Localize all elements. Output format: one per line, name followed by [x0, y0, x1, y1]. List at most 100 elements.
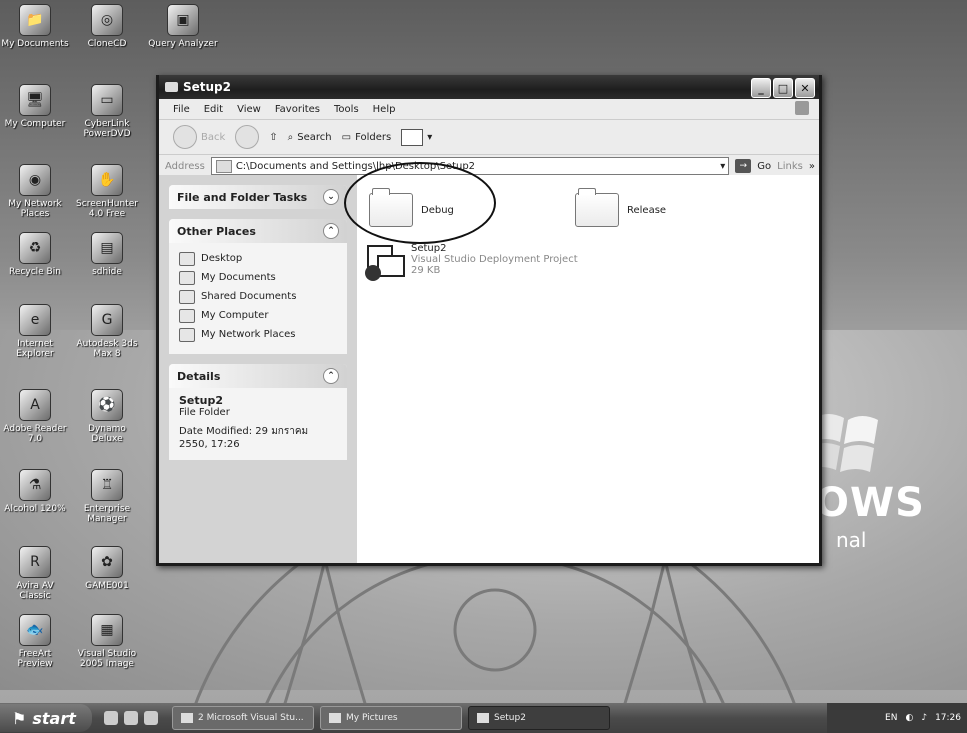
- folder-icon: [215, 159, 232, 173]
- up-arrow-icon: ⇧: [269, 131, 278, 143]
- go-arrow-icon[interactable]: →: [735, 159, 752, 173]
- desktop-shortcut-icon: e: [19, 304, 51, 336]
- menu-help[interactable]: Help: [373, 104, 396, 115]
- desktop-icon-alcohol-120-[interactable]: ⚗ Alcohol 120%: [0, 469, 70, 514]
- menu-file[interactable]: File: [173, 104, 190, 115]
- desktop-icon-label: Alcohol 120%: [4, 504, 66, 514]
- search-button[interactable]: ⌕ Search: [288, 132, 332, 143]
- taskbar-button-setup2[interactable]: Setup2: [468, 706, 610, 730]
- file-item-setup2-project[interactable]: Setup2 Visual Studio Deployment Project …: [363, 243, 578, 283]
- maximize-button[interactable]: □: [773, 78, 793, 98]
- desktop-icon-query-analyzer[interactable]: ▣ Query Analyzer: [148, 4, 218, 49]
- address-dropdown-icon[interactable]: ▾: [720, 161, 728, 172]
- desktop-icon-label: My Network Places: [8, 199, 62, 219]
- chevron-down-icon[interactable]: ⌄: [323, 189, 339, 205]
- close-button[interactable]: ✕: [795, 78, 815, 98]
- explorer-window[interactable]: Setup2 _ □ ✕ File Edit View Favorites To…: [156, 75, 822, 566]
- desktop-icon-my-documents[interactable]: 📁 My Documents: [0, 4, 70, 49]
- views-button[interactable]: ▾: [401, 128, 432, 146]
- media-player-icon[interactable]: [144, 711, 158, 725]
- desktop-shortcut-icon: ⚗: [19, 469, 51, 501]
- folder-icon: [575, 188, 619, 227]
- views-icon: [401, 128, 424, 146]
- start-button[interactable]: ⚑ start: [0, 704, 92, 732]
- forward-arrow-icon: [235, 125, 260, 149]
- file-item-release[interactable]: Release: [575, 188, 666, 227]
- window-titlebar[interactable]: Setup2 _ □ ✕: [159, 75, 819, 99]
- desktop-shortcut-icon: 🖥: [19, 84, 51, 116]
- desktop-icon-sdhide[interactable]: ▤ sdhide: [72, 232, 142, 277]
- task-label: 2 Microsoft Visual Stu...: [198, 713, 304, 723]
- windows-logo-icon: [795, 101, 809, 115]
- windows-brand-text: OWS: [815, 480, 925, 526]
- taskbar-button-my-pictures[interactable]: My Pictures: [320, 706, 462, 730]
- chevron-up-icon[interactable]: ⌃: [323, 368, 339, 384]
- desktop-icon-label: Visual Studio 2005 Image: [77, 649, 137, 669]
- desktop-shortcut-icon: ◎: [91, 4, 123, 36]
- desktop-icon-label: FreeArt Preview: [17, 649, 53, 669]
- desktop-icon-dynamo-deluxe[interactable]: ⚽ Dynamo Deluxe: [72, 389, 142, 444]
- desktop-icon-label: Adobe Reader 7.0: [3, 424, 67, 444]
- desktop-shortcut-icon: ▦: [91, 614, 123, 646]
- clock[interactable]: 17:26: [935, 713, 961, 723]
- desktop-icon-internet-explorer[interactable]: e Internet Explorer: [0, 304, 70, 359]
- file-folder-tasks-header[interactable]: File and Folder Tasks ⌄: [169, 185, 347, 209]
- chevron-up-icon[interactable]: ⌃: [323, 223, 339, 239]
- desktop-icon-label: Recycle Bin: [9, 267, 61, 277]
- menu-bar: File Edit View Favorites Tools Help: [159, 99, 819, 120]
- desktop-icon-visual-studio-2005-image[interactable]: ▦ Visual Studio 2005 Image: [72, 614, 142, 669]
- task-label: Setup2: [494, 713, 526, 723]
- place-label: My Computer: [201, 310, 269, 321]
- desktop-icon-cyberlink-powerdvd[interactable]: ▭ CyberLink PowerDVD: [72, 84, 142, 139]
- highlight-ellipse: [344, 162, 496, 244]
- desktop-icon-screenhunter-4-0-free[interactable]: ✋ ScreenHunter 4.0 Free: [72, 164, 142, 219]
- other-places-header[interactable]: Other Places ⌃: [169, 219, 347, 243]
- desktop-icon-clonecd[interactable]: ◎ CloneCD: [72, 4, 142, 49]
- desktop-icon-label: Avira AV Classic: [16, 581, 54, 601]
- desktop-icon-enterprise-manager[interactable]: ♖ Enterprise Manager: [72, 469, 142, 524]
- place-my-network-places[interactable]: My Network Places: [179, 325, 337, 344]
- desktop-icon-autodesk-3ds-max-8[interactable]: G Autodesk 3ds Max 8: [72, 304, 142, 359]
- desktop-shortcut-icon: ✋: [91, 164, 123, 196]
- back-arrow-icon: [173, 125, 197, 149]
- up-button[interactable]: ⇧: [269, 132, 277, 143]
- desktop-icon-freeart-preview[interactable]: 🐟 FreeArt Preview: [0, 614, 70, 669]
- back-label: Back: [201, 131, 226, 143]
- folders-icon: ▭: [341, 131, 352, 143]
- desktop-icon-label: My Documents: [1, 39, 69, 49]
- desktop-icon-recycle-bin[interactable]: ♻ Recycle Bin: [0, 232, 70, 277]
- desktop-icon-my-network-places[interactable]: ◉ My Network Places: [0, 164, 70, 219]
- volume-tray-icon[interactable]: ♪: [921, 713, 927, 723]
- place-shared-documents[interactable]: Shared Documents: [179, 287, 337, 306]
- menu-view[interactable]: View: [237, 104, 261, 115]
- desktop-icon-avira-av-classic[interactable]: R Avira AV Classic: [0, 546, 70, 601]
- place-desktop[interactable]: Desktop: [179, 249, 337, 268]
- details-header[interactable]: Details ⌃: [169, 364, 347, 388]
- network-tray-icon[interactable]: ◐: [905, 713, 913, 723]
- desktop-icon-adobe-reader-7-0[interactable]: A Adobe Reader 7.0: [0, 389, 70, 444]
- menu-edit[interactable]: Edit: [204, 104, 223, 115]
- show-desktop-icon[interactable]: [104, 711, 118, 725]
- file-folder-tasks-panel: File and Folder Tasks ⌄: [169, 185, 347, 209]
- chevron-right-icon[interactable]: »: [809, 161, 819, 172]
- back-button[interactable]: Back: [173, 125, 225, 149]
- desktop-icon-label: GAME001: [85, 581, 129, 591]
- desktop-icon-my-computer[interactable]: 🖥 My Computer: [0, 84, 70, 129]
- language-indicator[interactable]: EN: [885, 713, 897, 723]
- forward-button[interactable]: [235, 125, 260, 149]
- folders-button[interactable]: ▭ Folders: [342, 132, 392, 143]
- quick-launch: [104, 711, 158, 725]
- taskbar-button-visual-studio[interactable]: 2 Microsoft Visual Stu...: [172, 706, 314, 730]
- go-button[interactable]: Go: [757, 161, 771, 172]
- minimize-button[interactable]: _: [751, 78, 771, 98]
- place-my-documents[interactable]: My Documents: [179, 268, 337, 287]
- links-button[interactable]: Links: [777, 161, 803, 172]
- menu-favorites[interactable]: Favorites: [275, 104, 320, 115]
- desktop-icon-game001[interactable]: ✿ GAME001: [72, 546, 142, 591]
- details-type: File Folder: [179, 407, 230, 418]
- menu-tools[interactable]: Tools: [334, 104, 359, 115]
- visual-studio-icon: [181, 713, 193, 723]
- place-my-computer[interactable]: My Computer: [179, 306, 337, 325]
- folders-label: Folders: [355, 131, 392, 143]
- internet-explorer-icon[interactable]: [124, 711, 138, 725]
